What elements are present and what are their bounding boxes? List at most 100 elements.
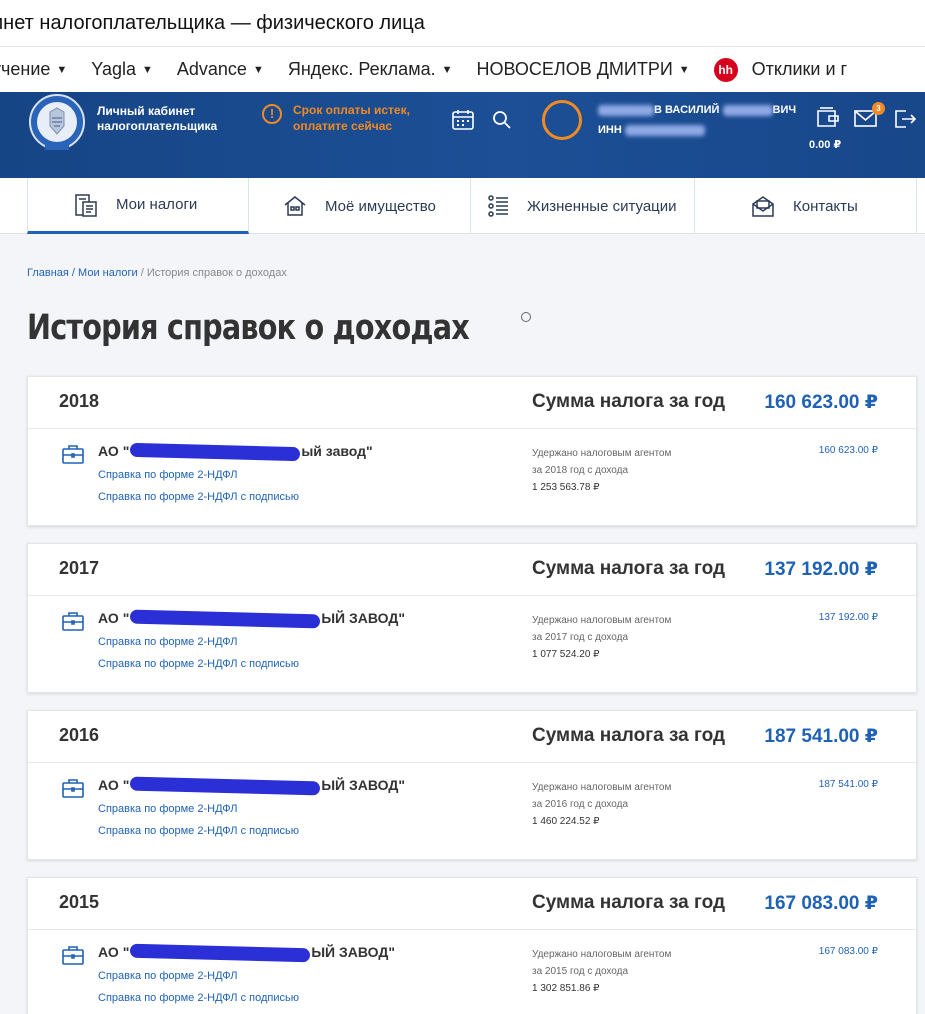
bookmark-folder-yagla[interactable]: Yagla ▼ xyxy=(91,59,153,80)
employer-suffix: ый завод" xyxy=(301,443,373,459)
ndfl-certificate-link[interactable]: Справка по форме 2-НДФЛ xyxy=(98,636,238,648)
withheld-info: Удержано налоговым агентом за 2015 год с… xyxy=(532,946,732,997)
situations-icon xyxy=(488,195,508,217)
withheld-info: Удержано налоговым агентом за 2017 год с… xyxy=(532,612,732,663)
employer-suffix: ЫЙ ЗАВОД" xyxy=(321,610,405,626)
employer-name: АО " ЫЙ ЗАВОД" xyxy=(98,609,405,629)
card-year: 2015 xyxy=(59,892,100,912)
wallet-icon[interactable] xyxy=(815,106,841,130)
avatar[interactable] xyxy=(542,100,582,140)
tax-sum-label: Сумма налога за год xyxy=(532,725,726,746)
tab-label: Моё имущество xyxy=(325,197,436,215)
income-total: 1 302 851.86 ₽ xyxy=(532,983,600,994)
tab-label: Мои налоги xyxy=(116,196,198,213)
tax-sum-value: 187 541.00 ₽ xyxy=(764,726,878,747)
breadcrumb-separator: / xyxy=(68,267,79,279)
withheld-line-1: Удержано налоговым агентом xyxy=(532,448,672,459)
employer-prefix: АО " xyxy=(98,777,130,793)
ndfl-certificate-link[interactable]: Справка по форме 2-НДФЛ xyxy=(98,803,238,815)
ndfl-certificate-link[interactable]: Справка по форме 2-НДФЛ xyxy=(98,469,238,481)
search-icon[interactable] xyxy=(492,110,512,130)
bookmark-hh[interactable]: hh Отклики и г xyxy=(713,57,847,82)
dropdown-arrow-icon: ▼ xyxy=(252,63,264,76)
brand-line-2: налогоплательщика xyxy=(97,119,218,133)
dropdown-arrow-icon: ▼ xyxy=(441,63,453,76)
bookmark-folder-0[interactable]: учение ▼ xyxy=(0,59,67,80)
bookmarks-bar: учение ▼ Yagla ▼ Advance ▼ Яндекс. Реклама.… xyxy=(0,46,925,92)
breadcrumb-separator: / xyxy=(137,267,147,279)
card-year: 2018 xyxy=(59,391,100,411)
employer-prefix: АО " xyxy=(98,944,130,960)
tax-sum-label: Сумма налога за год xyxy=(532,892,726,913)
briefcase-icon xyxy=(62,445,84,464)
withheld-value: 167 083.00 ₽ xyxy=(818,946,878,957)
card-header: 2015 Сумма налога за год 167 083.00 ₽ xyxy=(28,878,916,930)
dropdown-arrow-icon: ▼ xyxy=(678,63,690,76)
breadcrumb-taxes-link[interactable]: Мои налоги xyxy=(78,267,138,279)
ndfl-certificate-link[interactable]: Справка по форме 2-НДФЛ xyxy=(98,970,238,982)
bookmark-folder-yandex[interactable]: Яндекс. Реклама. ▼ xyxy=(288,59,453,80)
payment-overdue-link[interactable]: Срок оплаты истек, оплатите сейчас xyxy=(293,102,433,134)
tax-sum-label: Сумма налога за год xyxy=(532,391,726,412)
income-certificate-card: 2016 Сумма налога за год 187 541.00 ₽ АО… xyxy=(27,710,917,860)
employer-suffix: ЫЙ ЗАВОД" xyxy=(311,944,395,960)
dropdown-arrow-icon: ▼ xyxy=(142,63,153,76)
tab-contacts[interactable]: Контакты xyxy=(695,178,917,234)
bookmark-folder-advance[interactable]: Advance ▼ xyxy=(177,59,264,80)
withheld-line-1: Удержано налоговым агентом xyxy=(532,782,672,793)
employer-suffix: ЫЙ ЗАВОД" xyxy=(321,777,405,793)
window-title: инет налогоплательщика — физического лиц… xyxy=(0,0,925,46)
main-tabs: Мои налоги Моё имущество Жизненные ситуа… xyxy=(0,178,925,234)
briefcase-icon xyxy=(62,612,84,631)
bookmark-folder-novoselov[interactable]: НОВОСЕЛОВ ДМИТРИ ▼ xyxy=(476,59,689,80)
redacted-patronymic xyxy=(722,104,773,116)
ndfl-certificate-signed-link[interactable]: Справка по форме 2-НДФЛ с подписью xyxy=(98,658,299,670)
income-total: 1 460 224.52 ₽ xyxy=(532,816,600,827)
withheld-line-2: за 2018 год с дохода xyxy=(532,465,629,476)
tab-my-property[interactable]: Моё имущество xyxy=(249,178,471,234)
redacted-employer xyxy=(130,443,301,462)
brand-title[interactable]: Личный кабинет налогоплательщика xyxy=(97,104,217,134)
dropdown-arrow-icon: ▼ xyxy=(56,63,68,76)
withheld-line-2: за 2017 год с дохода xyxy=(532,632,629,643)
main-content: Главная / Мои налоги / История справок о… xyxy=(0,234,925,1014)
ndfl-certificate-signed-link[interactable]: Справка по форме 2-НДФЛ с подписью xyxy=(98,491,299,503)
card-year: 2017 xyxy=(59,558,100,578)
tax-sum-value: 167 083.00 ₽ xyxy=(764,893,878,914)
tab-label: Жизненные ситуации xyxy=(527,197,677,215)
withheld-info: Удержано налоговым агентом за 2018 год с… xyxy=(532,445,732,496)
redacted-inn xyxy=(624,124,705,136)
tab-life-situations[interactable]: Жизненные ситуации xyxy=(471,178,695,234)
ndfl-certificate-signed-link[interactable]: Справка по форме 2-НДФЛ с подписью xyxy=(98,992,299,1004)
site-header: Личный кабинет налогоплательщика ! Срок … xyxy=(0,92,925,178)
breadcrumb-home-link[interactable]: Главная xyxy=(27,267,69,279)
redacted-employer xyxy=(130,609,321,629)
employer-name: АО " ЫЙ ЗАВОД" xyxy=(98,776,405,796)
card-header: 2016 Сумма налога за год 187 541.00 ₽ xyxy=(28,711,916,763)
withheld-line-2: за 2016 год с дохода xyxy=(532,799,629,810)
withheld-value: 187 541.00 ₽ xyxy=(818,779,878,790)
logout-icon[interactable] xyxy=(893,108,917,130)
redacted-name xyxy=(598,104,654,116)
redacted-employer xyxy=(130,776,321,796)
redacted-employer xyxy=(130,943,311,963)
user-inn: ИНН xyxy=(598,120,798,140)
warning-line-1: Срок оплаты истек, xyxy=(293,103,410,117)
brand-line-1: Личный кабинет xyxy=(97,104,196,118)
income-certificate-card: 2018 Сумма налога за год 160 623.00 ₽ АО… xyxy=(27,376,917,526)
fns-emblem-icon[interactable] xyxy=(26,92,88,156)
user-info[interactable]: В ВАСИЛИЙ ВИЧ ИНН xyxy=(598,100,798,140)
tab-my-taxes[interactable]: Мои налоги xyxy=(27,178,249,234)
withheld-line-2: за 2015 год с дохода xyxy=(532,966,629,977)
breadcrumb-current: История справок о доходах xyxy=(146,267,287,279)
employer-name: АО " ый завод" xyxy=(98,443,373,462)
withheld-value: 160 623.00 ₽ xyxy=(818,445,878,456)
tax-sum-value: 160 623.00 ₽ xyxy=(764,392,878,413)
income-total: 1 253 563.78 ₽ xyxy=(532,482,600,493)
ndfl-certificate-signed-link[interactable]: Справка по форме 2-НДФЛ с подписью xyxy=(98,825,299,837)
warning-icon: ! xyxy=(262,104,282,124)
breadcrumb: Главная / Мои налоги / История справок о… xyxy=(27,267,287,279)
withheld-line-1: Удержано налоговым агентом xyxy=(532,615,672,626)
income-certificate-card: 2015 Сумма налога за год 167 083.00 ₽ АО… xyxy=(27,877,917,1014)
calendar-icon[interactable] xyxy=(451,108,475,132)
